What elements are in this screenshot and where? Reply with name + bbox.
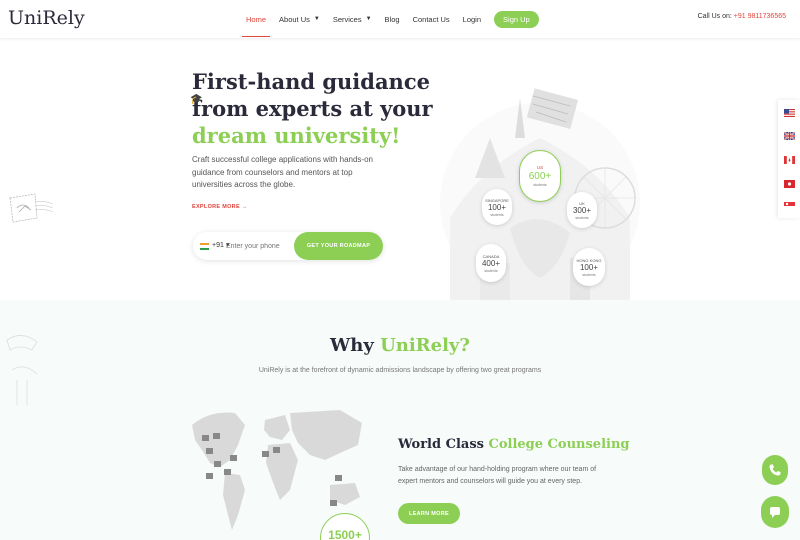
call-fab-button[interactable] <box>762 455 788 485</box>
hero-title-part1: First-hand guidance from experts at your <box>192 69 433 121</box>
card-title-highlight: College Counseling <box>488 437 630 452</box>
learn-more-button[interactable]: LEARN MORE <box>398 503 460 524</box>
ca-count: 400+ <box>481 258 501 268</box>
hero-title: First-hand guidance from experts at your… <box>192 68 442 149</box>
postage-stamp-icon <box>9 193 54 223</box>
chat-icon <box>770 507 780 518</box>
why-title-brand: UniRely? <box>380 335 470 356</box>
phone-link[interactable]: +91 9811736565 <box>734 13 786 20</box>
get-roadmap-button[interactable]: GET YOUR ROADMAP <box>294 232 383 260</box>
ca-sub: students <box>484 268 498 273</box>
us-stat-bubble: US 600+ students <box>519 150 561 202</box>
logo[interactable]: UniRely <box>8 7 85 29</box>
why-title-part1: Why <box>330 335 381 356</box>
college-counseling-text: Take advantage of our hand-holding progr… <box>398 466 597 485</box>
uk-sub: students <box>575 215 589 220</box>
landmarks-collage: US 600+ students SINGAPORE 100+ students… <box>420 78 660 303</box>
signup-button[interactable]: Sign Up <box>494 10 539 28</box>
us-flag-icon[interactable] <box>784 109 795 117</box>
hero-paragraph: Craft successful college applications wi… <box>192 155 373 189</box>
main-menu: Home About Us ▼ Services ▼ Blog Contact Us… <box>241 0 539 38</box>
nav-services[interactable]: Services ▼ <box>333 0 372 38</box>
sg-sub: students <box>490 212 504 217</box>
uk-count: 300+ <box>572 205 592 215</box>
nav-about-us[interactable]: About Us ▼ <box>279 0 320 38</box>
top-navbar: UniRely Home About Us ▼ Services ▼ Blog Co… <box>0 0 800 38</box>
nav-blog-label: Blog <box>384 14 400 24</box>
why-title: Why UniRely? <box>0 335 800 356</box>
phone-icon <box>769 464 781 476</box>
phone-form: +91 ▾ GET YOUR ROADMAP <box>193 232 383 260</box>
singapore-stat-bubble: SINGAPORE 100+ students <box>482 189 512 225</box>
graduation-cap-icon: 🎓 <box>190 94 203 105</box>
nav-blog[interactable]: Blog <box>385 0 400 38</box>
india-flag-icon[interactable] <box>200 243 209 250</box>
hk-count: 100+ <box>579 262 599 272</box>
nav-login-label: Login <box>462 14 482 24</box>
card-title-part1: World Class <box>398 437 489 452</box>
hero-title-highlight: dream university! <box>192 123 401 148</box>
call-us-label: Call Us on: <box>697 13 734 20</box>
nav-contact-us[interactable]: Contact Us <box>413 0 450 38</box>
why-section: Why UniRely? UniRely is at the forefront… <box>0 300 800 540</box>
chat-fab-button[interactable] <box>761 496 789 528</box>
call-us: Call Us on: +91 9811736565 <box>698 13 786 20</box>
nav-login[interactable]: Login <box>463 0 481 38</box>
country-flag-bar <box>778 100 800 218</box>
college-counseling-title: World Class College Counseling <box>398 437 629 452</box>
singapore-flag-icon[interactable] <box>784 202 795 210</box>
phone-input[interactable] <box>226 239 291 253</box>
uk-stat-bubble: UK 300+ students <box>567 192 597 228</box>
us-sub: students <box>533 183 547 187</box>
hongkong-stat-bubble: HONG KONG 100+ students <box>573 248 605 286</box>
hong-kong-flag-icon[interactable] <box>784 180 795 188</box>
nav-services-label: Services <box>332 14 362 24</box>
nav-home[interactable]: Home <box>241 0 271 38</box>
nav-home-label: Home <box>246 14 267 24</box>
nav-about-label: About Us <box>279 14 310 24</box>
chevron-down-icon: ▼ <box>313 16 320 22</box>
canada-stat-bubble: CANADA 400+ students <box>476 244 506 282</box>
why-subtitle: UniRely is at the forefront of dynamic a… <box>258 367 542 374</box>
uk-flag-icon[interactable] <box>784 132 795 140</box>
chevron-down-icon: ▼ <box>365 16 372 22</box>
nav-contact-label: Contact Us <box>412 14 450 24</box>
explore-more-link[interactable]: EXPLORE MORE → <box>192 204 248 210</box>
us-count: 600+ <box>528 171 552 182</box>
hk-sub: students <box>582 272 596 277</box>
canada-flag-icon[interactable] <box>784 156 795 164</box>
hero-section: First-hand guidance from experts at your… <box>0 38 800 303</box>
sg-count: 100+ <box>487 202 507 212</box>
